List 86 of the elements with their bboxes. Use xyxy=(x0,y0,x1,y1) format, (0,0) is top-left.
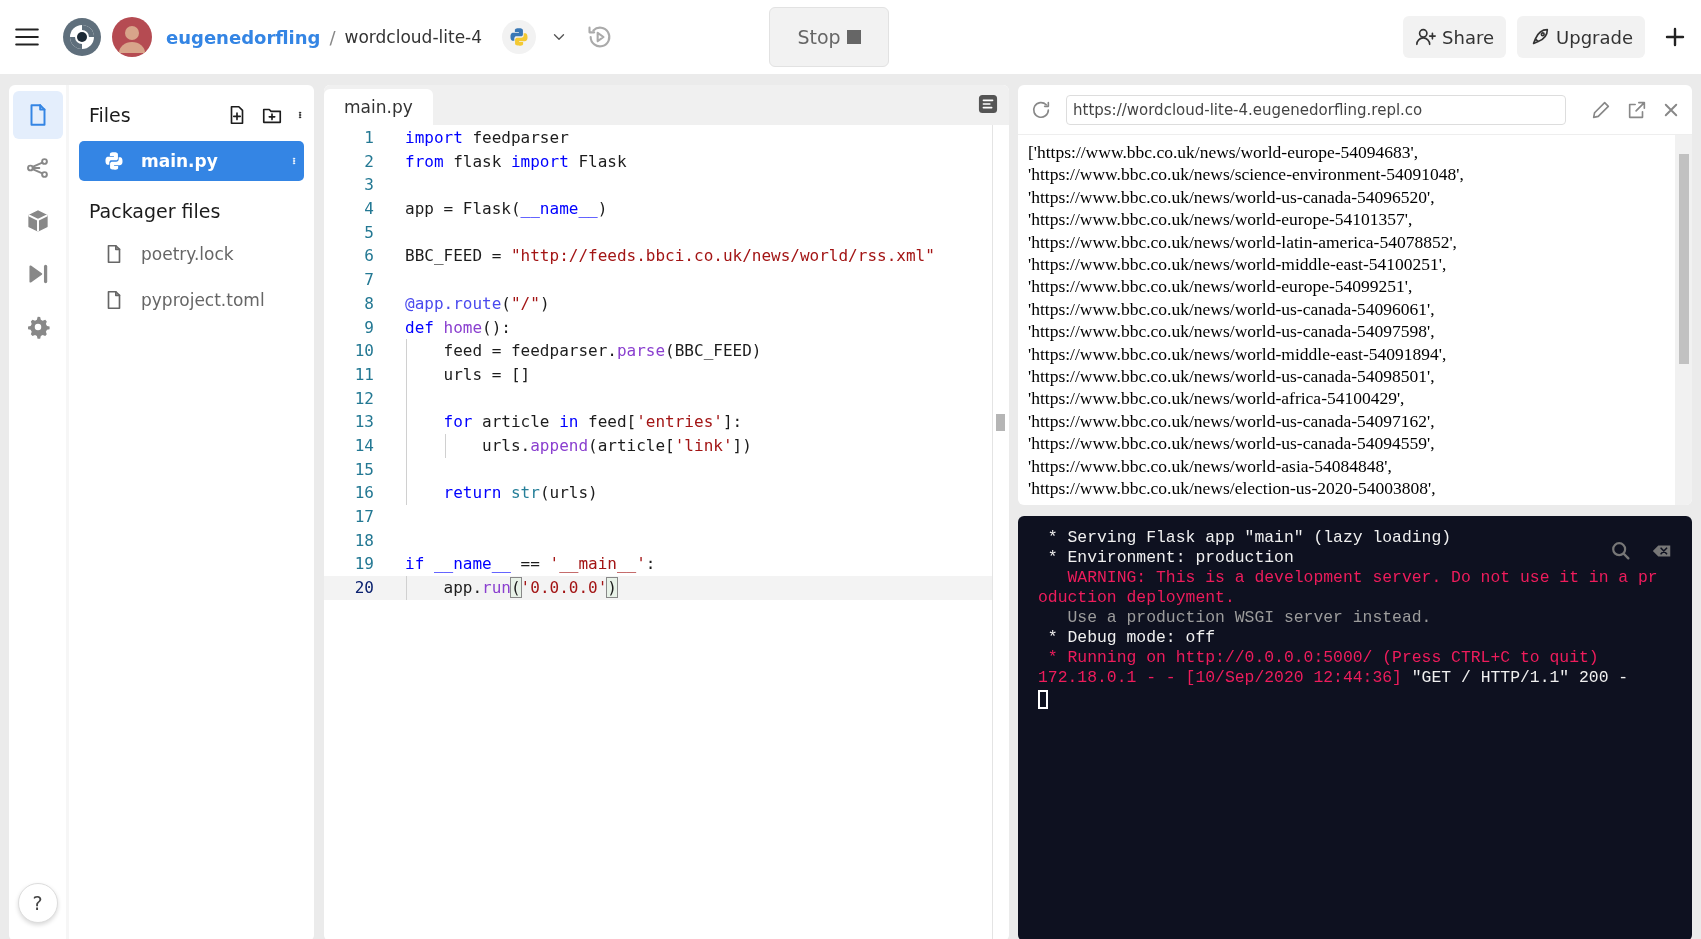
console-line: * Running on http://0.0.0.0:5000/ (Press CTRL+C to quit) xyxy=(1046,648,1599,668)
output-line: 'https://www.bbc.co.uk/news/world-us-canada-54096061', xyxy=(1028,297,1436,321)
line-number: 14 xyxy=(353,434,374,457)
line-number: 2 xyxy=(363,150,374,173)
upgrade-button[interactable]: Upgrade xyxy=(1517,16,1645,58)
code-line: BBC_FEED = "http://feeds.bbci.co.uk/news/world/rss.xml" xyxy=(405,246,935,266)
code-line: def home(): xyxy=(405,317,511,337)
stop-button[interactable]: Stop xyxy=(769,7,890,67)
output-line: 'https://www.bbc.co.uk/news/world-us-canada-54098501', xyxy=(1028,365,1436,388)
panel-title: Files xyxy=(89,104,132,126)
output-line: ['https://www.bbc.co.uk/news/world-europe-54094683', xyxy=(1028,141,1420,164)
output-line: 'https://www.bbc.co.uk/news/world-middle-east-54091894', xyxy=(1028,342,1448,366)
url-field[interactable]: https://wordcloud-lite-4.eugenedorfling.repl.co xyxy=(1066,94,1566,125)
output-line: 'https://www.bbc.co.uk/news/world-us-canada-54094559', xyxy=(1028,432,1436,455)
console-line: 172.18.0.1 - - [10/Sep/2020 12:44:36] "GET / HTTP/1.1" 200 - xyxy=(1038,668,1629,688)
line-number: 11 xyxy=(353,363,374,386)
console-line: * Environment: production xyxy=(1046,548,1294,568)
console-line: oduction deployment. xyxy=(1038,588,1235,608)
code-line: feed = feedparser.parse(BBC_FEED) xyxy=(442,341,762,361)
code-line: urls.append(article['link']) xyxy=(481,435,752,455)
line-number: 7 xyxy=(363,269,374,292)
line-number: 17 xyxy=(353,506,374,528)
search-icon xyxy=(1610,540,1632,562)
avatar-icon[interactable] xyxy=(112,17,152,57)
editor-tab[interactable]: main.py xyxy=(324,89,433,125)
code-line: if __name__ == '__main__': xyxy=(405,554,656,574)
console-line: * Debug mode: off xyxy=(1046,628,1216,648)
output-line: 'https://www.bbc.co.uk/news/world-asia-54084848', xyxy=(1028,454,1393,478)
console-line: * Serving Flask app "main" (lazy loading) xyxy=(1046,528,1452,548)
line-number: 10 xyxy=(353,340,374,363)
terminal-cursor xyxy=(1038,690,1048,709)
output-line: 'https://www.bbc.co.uk/news/world-us-canada-54096520', xyxy=(1028,185,1436,209)
output-line: 'https://www.bbc.co.uk/news/world-us-canada-54097598', xyxy=(1028,320,1436,343)
code-line: from flask import Flask xyxy=(405,151,627,171)
output-line: 'https://www.bbc.co.uk/news/election-us-2020-54003808', xyxy=(1028,477,1437,500)
file-item[interactable]: pyproject.toml xyxy=(79,280,304,320)
line-number: 19 xyxy=(353,553,374,576)
code-line: import feedparser xyxy=(405,128,569,147)
code-line: app = Flask(__name__) xyxy=(405,199,608,219)
path-separator: / xyxy=(329,26,336,48)
file-name: main.py xyxy=(141,151,219,171)
file-name: pyproject.toml xyxy=(141,290,266,310)
username-link[interactable]: eugenedorfling xyxy=(166,26,321,48)
output-line: 'https://www.bbc.co.uk/news/science-environment-54091048', xyxy=(1028,163,1465,186)
share-nodes-icon xyxy=(24,155,51,181)
code-line: app.run('0.0.0.0') xyxy=(442,578,617,598)
share-button[interactable]: Share xyxy=(1403,16,1507,58)
code-line: return str(urls) xyxy=(442,483,598,503)
output-line: 'https://www.bbc.co.uk/news/world-africa-54100429', xyxy=(1028,387,1406,410)
line-number: 8 xyxy=(363,292,374,315)
line-number: 5 xyxy=(363,221,374,244)
output-line: 'https://www.bbc.co.uk/news/world-middle-east-54100251', xyxy=(1028,253,1448,276)
code-line: for article in feed['entries']: xyxy=(442,412,743,432)
help-button[interactable]: ? xyxy=(17,883,58,923)
language-badge[interactable] xyxy=(502,20,537,54)
output-line: 'https://www.bbc.co.uk/news/world-europe-54099251', xyxy=(1028,275,1414,298)
scrollbar[interactable] xyxy=(1675,135,1692,505)
console-line: Use a production WSGI server instead. xyxy=(1066,608,1432,628)
section-title: Packager files xyxy=(88,199,222,224)
line-number: 9 xyxy=(363,316,374,339)
minimap-icon xyxy=(977,93,999,115)
line-number: 18 xyxy=(353,529,374,552)
plus-icon xyxy=(1663,25,1687,49)
file-item[interactable]: main.py xyxy=(79,141,304,181)
person-plus-icon xyxy=(1415,26,1438,48)
logo-icon[interactable] xyxy=(62,17,102,57)
line-number: 6 xyxy=(363,245,374,268)
python-icon xyxy=(103,150,125,172)
output-line: 'https://www.bbc.co.uk/news/world-us-canada-54097162', xyxy=(1028,409,1436,433)
code-line: urls = [] xyxy=(442,364,531,384)
file-item[interactable]: poetry.lock xyxy=(79,234,304,274)
code-line: @app.route("/") xyxy=(405,293,550,313)
line-number: 20 xyxy=(353,577,374,600)
line-number: 13 xyxy=(353,411,374,434)
output-line: 'https://www.bbc.co.uk/news/world-europe-54101357', xyxy=(1028,208,1414,231)
line-number: 3 xyxy=(363,174,374,197)
file-name: poetry.lock xyxy=(141,244,235,264)
repl-name[interactable]: wordcloud-lite-4 xyxy=(344,27,483,47)
console-line: WARNING: This is a development server. Do not use it in a pr xyxy=(1066,568,1658,588)
line-number: 12 xyxy=(353,387,374,410)
line-number: 15 xyxy=(353,458,374,481)
line-number: 16 xyxy=(353,482,374,505)
line-number: 1 xyxy=(363,127,374,149)
output-line: 'https://www.bbc.co.uk/news/world-latin-america-54078852', xyxy=(1028,230,1458,254)
line-number: 4 xyxy=(363,198,374,221)
file-tab[interactable] xyxy=(12,91,63,139)
